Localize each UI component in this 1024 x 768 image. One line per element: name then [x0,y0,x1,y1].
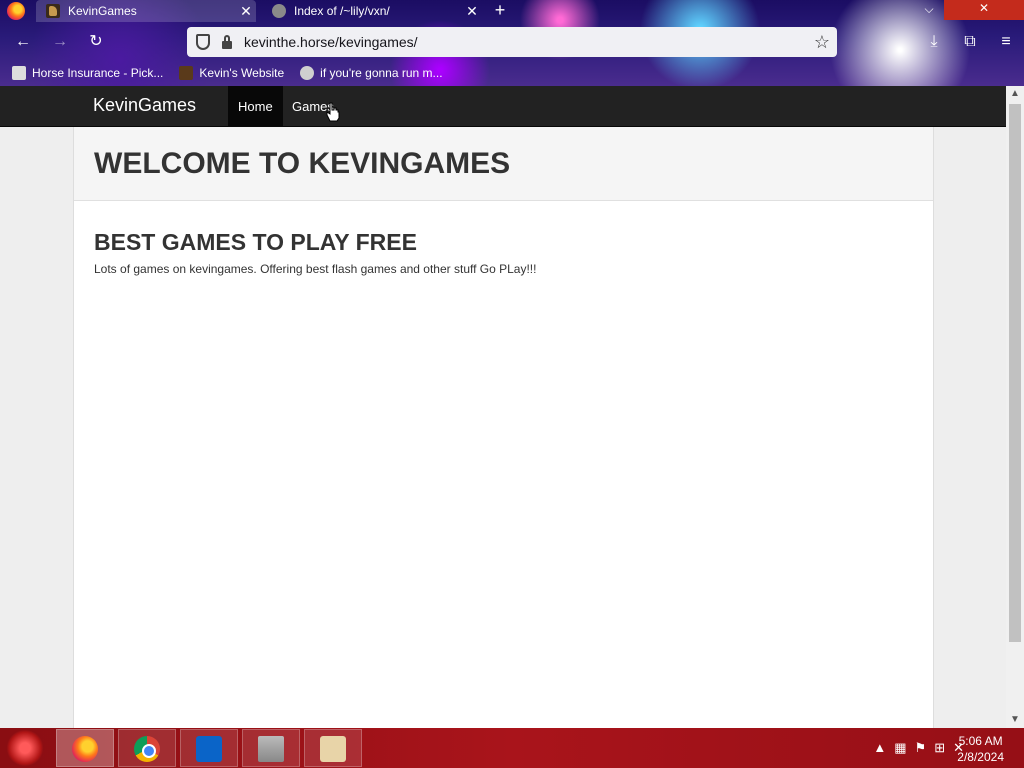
show-hidden-icons-chevron-icon[interactable]: ▲ [873,740,886,756]
horse-favicon-icon [46,4,60,18]
network-icon[interactable]: ▦ [894,740,906,756]
start-button[interactable] [6,730,44,766]
extensions-icon[interactable]: ⧉ [952,27,988,57]
reload-icon[interactable]: ↻ [83,30,109,54]
files-icon [320,736,346,762]
close-tab-icon[interactable]: ✕ [462,3,482,20]
taskbar-files[interactable] [304,729,362,767]
site-navbar: KevinGames Home Games [0,86,1006,127]
menu-hamburger-icon[interactable]: ≡ [988,27,1024,57]
tab-title: KevinGames [68,4,137,18]
globe-favicon-icon [272,4,286,18]
clock-time: 5:06 AM [958,734,1003,748]
taskbar-firefox[interactable] [56,729,114,767]
flag-icon[interactable]: ⚑ [915,740,927,756]
bookmark-horse-insurance[interactable]: Horse Insurance - Pick... [12,66,163,80]
close-tab-icon[interactable]: ✕ [236,3,256,20]
clock-date: 2/8/2024 [957,750,1004,764]
window-close-icon[interactable]: ✕ [944,0,1024,20]
hand-cursor-icon [326,102,340,122]
nav-home[interactable]: Home [228,86,283,127]
intro-section: BEST GAMES TO PLAY FREE Lots of games on… [74,201,933,304]
page-viewport: KevinGames Home Games WELCOME TO KEVINGA… [0,86,1006,728]
new-tab-icon[interactable]: + [490,0,510,20]
system-tray: ▲ ▦ ⚑ ⊞ ✕ [873,740,964,756]
bookmark-label: if you're gonna run m... [320,66,443,80]
jumbotron: WELCOME TO KEVINGAMES [74,127,933,201]
bookmark-kevins-website[interactable]: Kevin's Website [179,66,284,80]
shield-icon[interactable] [196,34,210,50]
firefox-icon [72,736,98,762]
clock[interactable]: 5:06 AM 2/8/2024 [957,733,1004,765]
tab-index-lily[interactable]: Index of /~lily/vxn/ ✕ [262,0,482,22]
window-controls: ⌵ ✕ [914,0,1024,20]
horse-icon [258,736,284,762]
taskbar-chrome[interactable] [118,729,176,767]
toolbar-right: ⤓ ⧉ ≡ [916,27,1024,57]
chrome-icon [134,736,160,762]
tab-list-chevron-icon[interactable]: ⌵ [914,0,944,20]
download-icon[interactable]: ⤓ [916,27,952,57]
taskbar-outlook[interactable] [180,729,238,767]
firefox-icon[interactable] [7,2,25,20]
page-title: WELCOME TO KEVINGAMES [94,147,511,180]
url-text[interactable]: kevinthe.horse/kevingames/ [244,34,807,50]
bookmark-gonna-run[interactable]: if you're gonna run m... [300,66,443,80]
content-container: WELCOME TO KEVINGAMES BEST GAMES TO PLAY… [73,127,934,728]
tab-title: Index of /~lily/vxn/ [294,4,390,18]
navigation-toolbar: ← → ↻ kevinthe.horse/kevingames/ ☆ ⤓ ⧉ ≡ [0,27,1024,57]
section-heading: BEST GAMES TO PLAY FREE [94,229,417,255]
scroll-down-icon[interactable]: ▼ [1006,712,1024,728]
forward-arrow-icon[interactable]: → [47,30,73,54]
page-icon [12,66,26,80]
taskbar: ▲ ▦ ⚑ ⊞ ✕ 5:06 AM 2/8/2024 [0,728,1024,768]
connection-icon[interactable]: ⊞ [934,740,945,756]
bookmark-label: Horse Insurance - Pick... [32,66,164,80]
outlook-icon [196,736,222,762]
browser-chrome: KevinGames ✕ Index of /~lily/vxn/ ✕ + ⌵ … [0,0,1024,86]
back-arrow-icon[interactable]: ← [10,30,36,54]
tab-bar: KevinGames ✕ Index of /~lily/vxn/ ✕ + ⌵ … [0,0,1024,24]
vertical-scrollbar[interactable]: ▲ ▼ [1006,86,1024,728]
site-brand[interactable]: KevinGames [93,95,196,116]
scroll-up-icon[interactable]: ▲ [1006,86,1024,102]
face-icon [300,66,315,80]
lock-icon[interactable] [220,35,234,49]
scrollbar-thumb[interactable] [1009,104,1021,642]
taskbar-horse-app[interactable] [242,729,300,767]
section-description: Lots of games on kevingames. Offering be… [94,262,537,276]
tab-kevingames[interactable]: KevinGames ✕ [36,0,256,22]
horse-icon [179,66,194,80]
url-bar[interactable]: kevinthe.horse/kevingames/ ☆ [187,27,837,57]
bookmark-label: Kevin's Website [199,66,285,80]
bookmark-star-icon[interactable]: ☆ [807,32,837,53]
bookmarks-bar: Horse Insurance - Pick... Kevin's Websit… [0,62,447,84]
